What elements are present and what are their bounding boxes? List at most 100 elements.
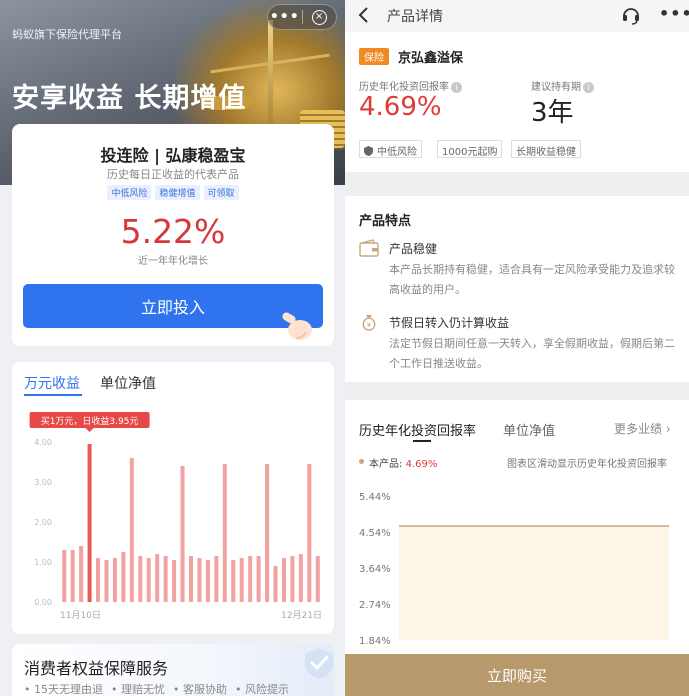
rights-item: • 客服协助	[172, 683, 227, 696]
buy-now-button[interactable]: 立即购买	[345, 654, 689, 696]
bar	[121, 552, 126, 602]
bar	[189, 556, 193, 602]
bar	[298, 554, 303, 602]
bar	[290, 556, 295, 602]
y-tick-label: 2.74%	[359, 600, 391, 611]
platform-name: 蚂蚁旗下保险代理平台	[12, 28, 122, 41]
info-icon[interactable]: i	[583, 82, 594, 93]
y-tick-label: 0.00	[34, 598, 52, 607]
nav-bar: 产品详情 •••	[345, 0, 689, 32]
consumer-rights-card[interactable]: 消费者权益保障服务 • 15天无理由退 • 理赔无忧 • 客服协助 • 风险提示	[12, 644, 334, 696]
active-tab-indicator	[413, 440, 431, 442]
rate-label: 历史年化投资回报率 i	[359, 78, 462, 93]
legend-dot	[359, 459, 364, 464]
left-screen: 蚂蚁旗下保险代理平台 ••• × 安享收益 长期增值 投连险 | 弘康稳盈宝 历…	[0, 0, 345, 696]
rights-title: 消费者权益保障服务	[24, 659, 169, 678]
bar	[70, 550, 75, 602]
bar	[79, 546, 84, 602]
y-tick-label: 2.00	[34, 518, 52, 527]
bar	[273, 566, 278, 602]
tab-earnings-per-10k[interactable]: 万元收益	[24, 373, 80, 393]
legend-label: 本产品:	[369, 459, 403, 470]
bar	[281, 558, 286, 602]
info-icon[interactable]: i	[451, 82, 462, 93]
earnings-bar-chart[interactable]: 4.00 3.00 2.00 1.00 0.00 买1万元，日收益3.95元 11月10日 1…	[12, 402, 334, 634]
earnings-chart-card: 万元收益 单位净值 4.00 3.00 2.00 1.00 0.00 买1万元，日收益3.…	[12, 362, 334, 634]
product-features: 产品特点 产品稳健 本产品长期持有稳健，适合具有一定风险承受能力及追求较高收益的…	[345, 196, 689, 382]
bar	[222, 464, 227, 602]
bar	[307, 464, 312, 602]
bar	[256, 556, 261, 602]
bar	[155, 554, 160, 602]
scale-illustration	[268, 20, 273, 140]
tab-annual-return[interactable]: 历史年化投资回报率	[359, 420, 476, 439]
chevron-right-icon: ›	[665, 422, 671, 436]
bar	[104, 560, 109, 602]
insurance-badge: 保险	[359, 48, 389, 65]
tooltip-text: 买1万元，日收益3.95元	[41, 415, 139, 427]
tooltip-pointer	[85, 428, 94, 432]
x-tick-label: 12月21日	[281, 610, 322, 621]
tab-unit-nav[interactable]: 单位净值	[503, 420, 555, 439]
tag-withdrawable: 可领取	[203, 185, 239, 200]
customer-service-icon[interactable]	[621, 5, 641, 25]
back-arrow-icon[interactable]	[357, 6, 371, 24]
y-tick-label: 4.00	[34, 438, 52, 447]
product-title: 投连险 | 弘康稳盈宝	[100, 146, 246, 165]
rights-item: • 15天无理由退	[24, 683, 103, 696]
more-performance-link[interactable]: 更多业绩 ›	[614, 420, 671, 437]
more-options-icon[interactable]: •••	[659, 4, 689, 23]
feature-desc: 法定节假日期间任意一天转入，享全假期收益，假期后第二个工作日推送收益。	[389, 337, 675, 370]
rights-items: • 15天无理由退 • 理赔无忧 • 客服协助 • 风险提示	[24, 681, 289, 696]
pointing-hand-icon	[282, 312, 312, 340]
bar	[214, 556, 219, 602]
return-area-chart[interactable]: 5.44% 4.54% 3.64% 2.74% 1.84%	[345, 480, 689, 654]
tag-risk: 中低风险	[107, 185, 152, 200]
tag-text: 中低风险	[377, 147, 417, 158]
product-summary: 保险 京弘鑫溢保 历史年化投资回报率 i 建议持有期 i 4.69% 3年 中低风险…	[345, 32, 689, 172]
annual-return-rate: 4.69%	[359, 92, 442, 122]
bar	[96, 558, 101, 602]
bar	[197, 558, 202, 602]
bar	[265, 464, 270, 602]
product-subtitle: 历史每日正收益的代表产品	[107, 168, 239, 181]
close-button[interactable]: ×	[302, 9, 336, 25]
more-icon[interactable]: •••	[268, 9, 302, 25]
tab-unit-nav[interactable]: 单位净值	[100, 373, 156, 393]
more-link-text: 更多业绩	[614, 422, 663, 436]
period-label: 建议持有期 i	[531, 78, 594, 93]
features-title: 产品特点	[359, 214, 412, 229]
product-name: 京弘鑫溢保	[398, 51, 464, 66]
y-tick-label: 3.64%	[359, 564, 391, 575]
x-tick-label: 11月10日	[60, 610, 101, 621]
bar	[112, 558, 117, 602]
y-tick-label: 1.84%	[359, 636, 391, 647]
bar	[231, 560, 236, 602]
tag-growth: 稳健增值	[155, 185, 200, 200]
y-tick-label: 5.44%	[359, 492, 391, 503]
right-screen: 产品详情 ••• 保险 京弘鑫溢保 历史年化投资回报率i 建议持有期i 4.69…	[345, 0, 689, 696]
shield-icon	[364, 146, 373, 156]
series-area	[399, 526, 669, 640]
feature-title: 节假日转入仍计算收益	[389, 316, 510, 330]
rights-item: • 风险提示	[234, 683, 289, 696]
feature-desc: 本产品长期持有稳健，适合具有一定风险承受能力及追求较高收益的用户。	[389, 263, 675, 296]
product-rate: 5.22%	[120, 212, 226, 251]
y-tick-label: 1.00	[34, 558, 52, 567]
bar	[248, 556, 253, 602]
product-rate-label: 近一年年化增长	[138, 256, 208, 267]
tag-min-purchase: 1000元起购	[437, 140, 503, 158]
bar	[180, 466, 185, 602]
rights-item: • 理赔无忧	[110, 683, 165, 696]
legend-value: 4.69%	[405, 459, 438, 470]
bar	[87, 444, 92, 602]
product-tags: 中低风险 稳健增值 可领取	[12, 185, 334, 200]
performance-section: 历史年化投资回报率 单位净值 更多业绩 › 本产品: 4.69% 图表区滑动显示…	[345, 400, 689, 654]
active-tab-indicator	[24, 394, 82, 396]
invest-now-button[interactable]: 立即投入	[23, 284, 323, 328]
wallet-icon	[359, 239, 379, 257]
page-title: 产品详情	[387, 9, 443, 25]
tag-stable-return: 长期收益稳健	[511, 140, 581, 158]
shield-check-icon	[305, 648, 333, 679]
bar	[62, 550, 67, 602]
